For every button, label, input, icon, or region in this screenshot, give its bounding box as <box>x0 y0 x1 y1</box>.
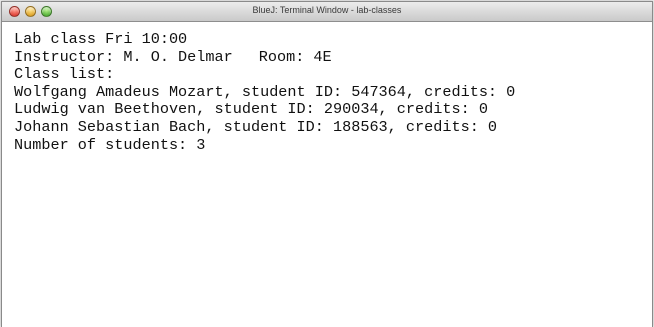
student-count-line: Number of students: 3 <box>14 135 206 154</box>
room-text: Room: 4E <box>258 47 332 66</box>
terminal-window: BlueJ: Terminal Window - lab-classes Lab… <box>1 1 653 327</box>
student-line: Ludwig van Beethoven, student ID: 290034… <box>14 100 488 119</box>
instructor-text: Instructor: M. O. Delmar <box>14 47 233 66</box>
terminal-output[interactable]: Lab class Fri 10:00 Instructor: M. O. De… <box>2 22 652 327</box>
student-line: Wolfgang Amadeus Mozart, student ID: 547… <box>14 82 516 101</box>
instructor-line: Instructor: M. O. Delmar Room: 4E <box>14 47 652 67</box>
student-line: Johann Sebastian Bach, student ID: 18856… <box>14 117 498 136</box>
lab-class-line: Lab class Fri 10:00 <box>14 30 188 48</box>
class-list-header: Class list: <box>14 65 115 84</box>
window-title: BlueJ: Terminal Window - lab-classes <box>252 5 402 15</box>
title-bar[interactable]: BlueJ: Terminal Window - lab-classes <box>2 2 652 22</box>
